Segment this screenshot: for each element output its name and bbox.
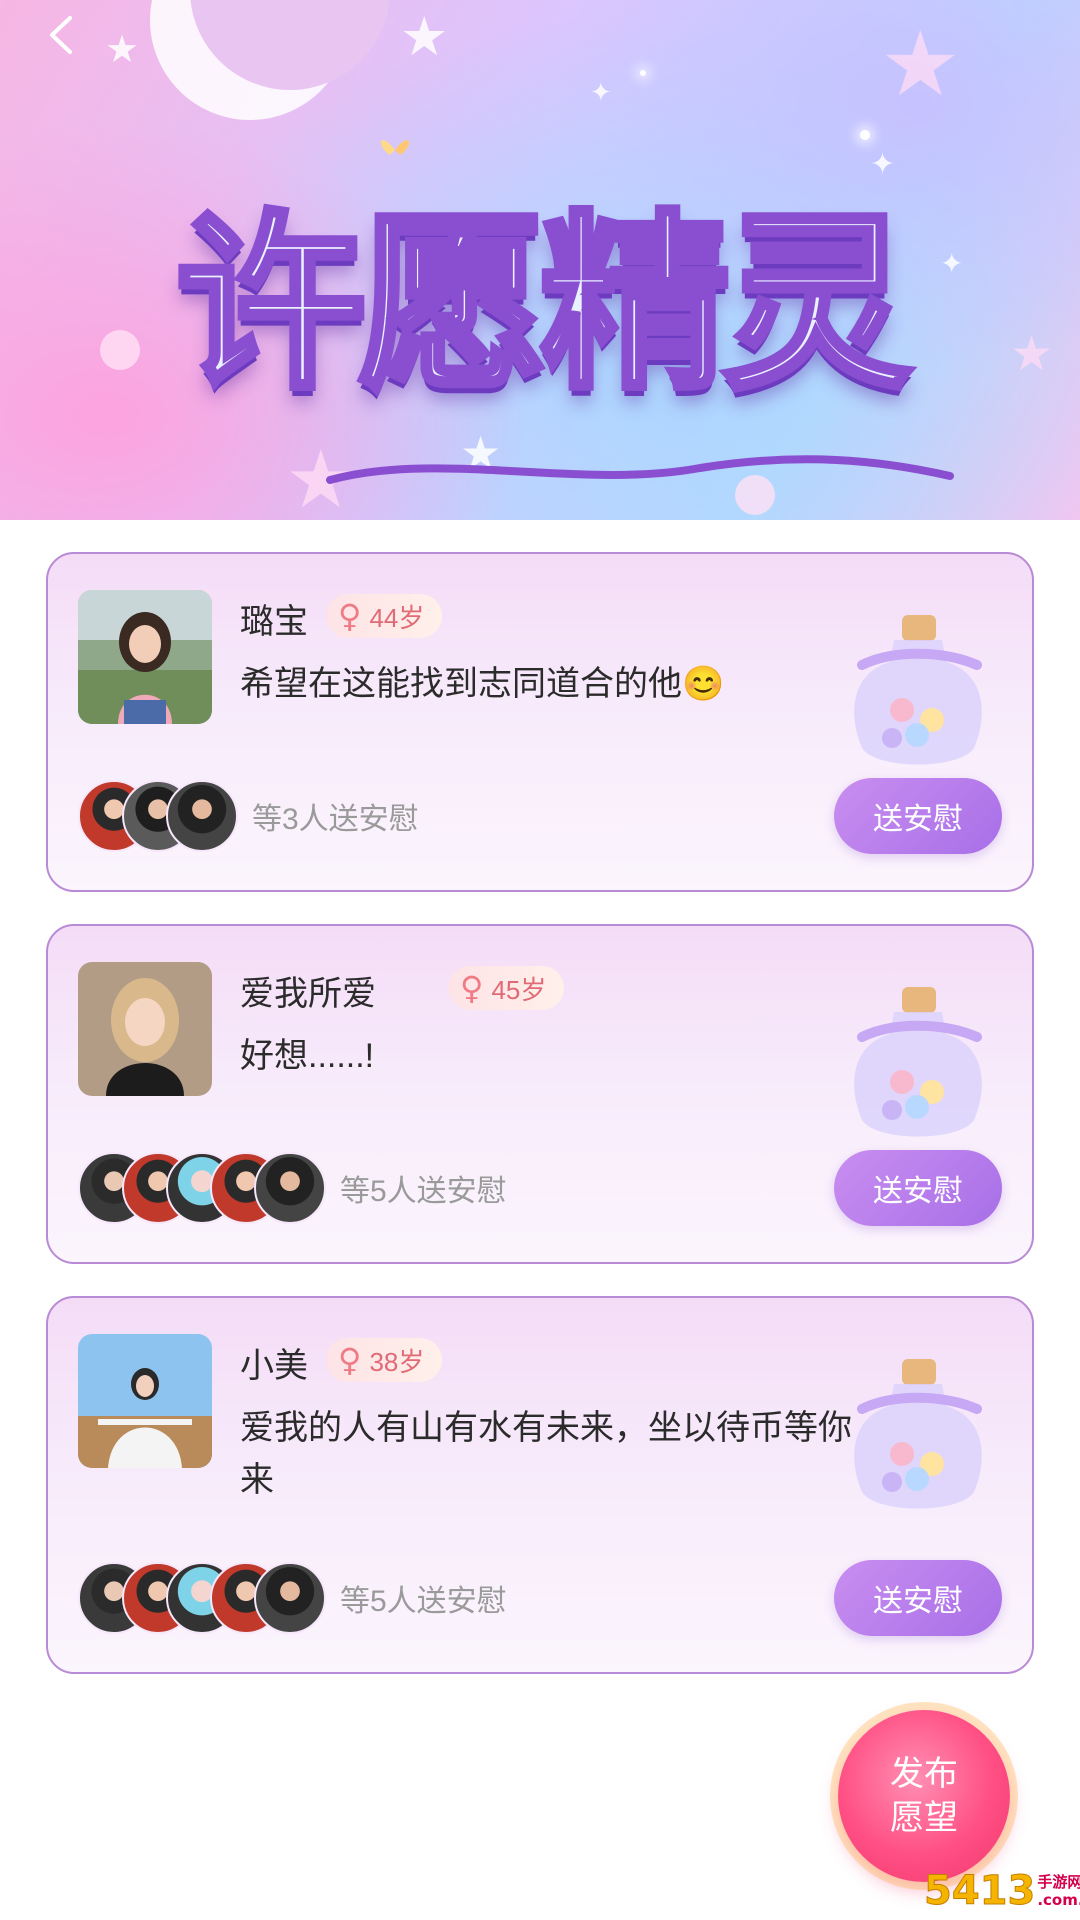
publish-wish-button[interactable]: 发布 愿望 (838, 1710, 1010, 1882)
wish-card: 小美 ♀ 38岁 爱我的人有山有水有未来，坐以待币等你来 等5人送安慰 送安慰 (46, 1296, 1034, 1674)
avatar-photo (78, 590, 212, 724)
female-icon: ♀ (460, 969, 484, 1007)
gender-age-badge: ♀ 44岁 (326, 594, 443, 638)
comfort-count: 等5人送安慰 (340, 1585, 507, 1618)
avatar[interactable] (78, 962, 212, 1096)
supporter-avatars[interactable]: 等3人送安慰 (78, 780, 419, 852)
star-decoration: ✦ (590, 78, 612, 108)
avatar-photo (78, 1334, 212, 1468)
watermark-line2: .com.cn (1037, 1891, 1080, 1909)
age-label: 45岁 (491, 974, 547, 1005)
wish-spirit-page: ★ ★ ★ ★ ★ ★ ✦ ✦ ✦ 许愿精灵 璐宝 ♀ 44岁 希望在这能找到志… (0, 0, 1080, 1920)
supporter-avatars[interactable]: 等5人送安慰 (78, 1152, 507, 1224)
back-button[interactable] (40, 10, 90, 60)
butterfly-decoration (380, 140, 410, 155)
supporter-avatar (254, 1562, 326, 1634)
user-name: 爱我所爱 (240, 975, 376, 1013)
wish-bottle-icon (854, 987, 982, 1137)
comfort-count: 等5人送安慰 (340, 1175, 507, 1208)
watermark-number: 5413 (923, 1868, 1036, 1915)
star-decoration: ★ (1010, 326, 1054, 382)
wish-text: 好想......! (240, 1037, 375, 1075)
female-icon: ♀ (338, 597, 362, 635)
gender-age-badge: ♀ 45岁 (448, 966, 565, 1010)
avatar[interactable] (78, 590, 212, 724)
female-icon: ♀ (338, 1341, 362, 1379)
age-label: 44岁 (369, 602, 425, 633)
sparkle-decoration (640, 70, 646, 76)
user-name: 璐宝 (240, 603, 308, 641)
wish-card: 爱我所爱 ♀ 45岁 好想......! 等5人送安慰 送安慰 (46, 924, 1034, 1264)
wish-text: 爱我的人有山有水有未来，坐以待币等你来 (240, 1409, 852, 1499)
wish-bottle-icon (854, 615, 982, 765)
title-swirl-decoration (326, 455, 954, 484)
watermark-line1: 手游网 (1037, 1873, 1080, 1891)
wish-bottle-icon (854, 1359, 982, 1509)
user-name: 小美 (240, 1347, 308, 1385)
age-label: 38岁 (369, 1346, 425, 1377)
send-comfort-button[interactable]: 送安慰 (834, 1560, 1002, 1636)
publish-wish-label-line1: 发布 (890, 1755, 958, 1793)
site-watermark: 5413 手游网 .com.cn (923, 1868, 1080, 1915)
star-decoration: ★ (400, 5, 449, 68)
star-decoration: ★ (105, 27, 140, 71)
comfort-count: 等3人送安慰 (252, 803, 419, 836)
avatar[interactable] (78, 1334, 212, 1468)
watermark-text: 手游网 .com.cn (1037, 1873, 1080, 1909)
supporter-avatar (166, 780, 238, 852)
star-decoration: ★ (880, 12, 961, 117)
header-banner: ★ ★ ★ ★ ★ ★ ✦ ✦ ✦ 许愿精灵 (0, 0, 1080, 520)
send-comfort-button[interactable]: 送安慰 (834, 778, 1002, 854)
supporter-avatar (254, 1152, 326, 1224)
publish-wish-label-line2: 愿望 (890, 1799, 958, 1837)
supporter-avatars[interactable]: 等5人送安慰 (78, 1562, 507, 1634)
avatar-photo (78, 962, 212, 1096)
wish-text: 希望在这能找到志同道合的他😊 (240, 665, 725, 703)
chevron-left-icon (50, 16, 72, 54)
gender-age-badge: ♀ 38岁 (326, 1338, 443, 1382)
banner-title-art: 许愿精灵 (120, 120, 960, 484)
banner-title: 许愿精灵 (173, 189, 915, 418)
wish-card: 璐宝 ♀ 44岁 希望在这能找到志同道合的他😊 等3人送安慰 送安慰 (46, 552, 1034, 892)
send-comfort-button[interactable]: 送安慰 (834, 1150, 1002, 1226)
